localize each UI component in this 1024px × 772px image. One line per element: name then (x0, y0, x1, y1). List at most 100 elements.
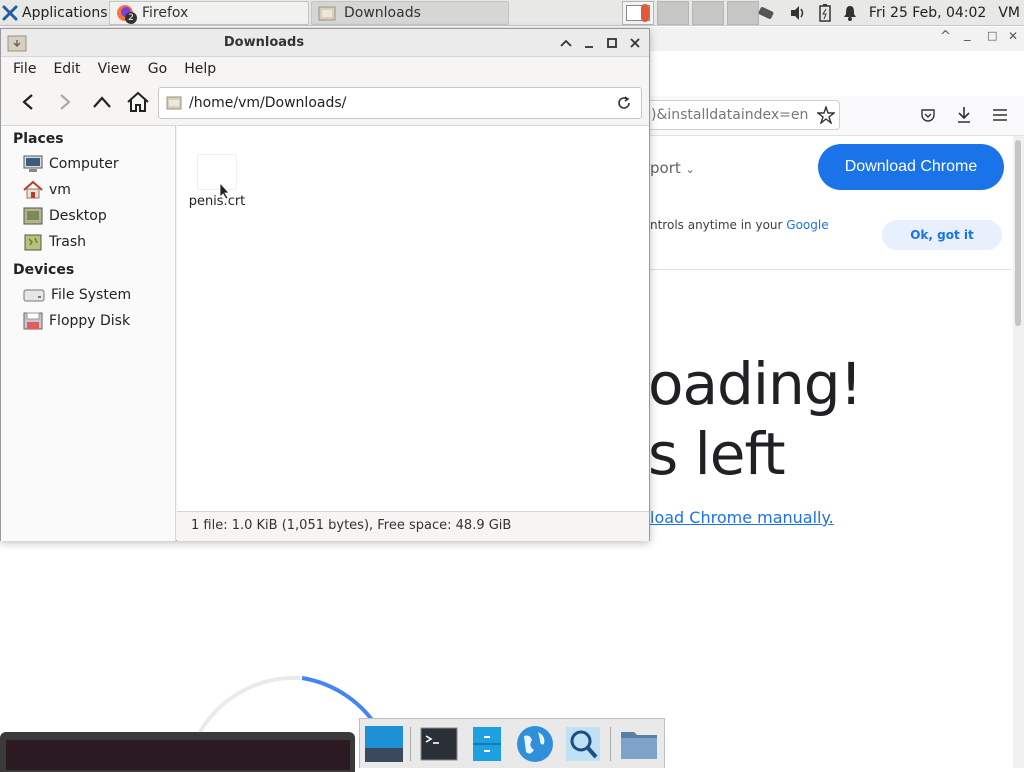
sidebar-item-computer[interactable]: Computer (23, 153, 119, 175)
cookie-text: ntrols anytime in your Google (650, 218, 829, 232)
firefox-maximize-button[interactable]: □ (987, 29, 997, 42)
dock-folder[interactable] (618, 724, 660, 764)
certificate-file-icon (197, 154, 237, 190)
forward-button[interactable] (52, 89, 78, 115)
folder-icon (318, 6, 336, 21)
sidebar-item-floppy-disk[interactable]: Floppy Disk (23, 310, 130, 332)
location-bar[interactable]: /home/vm/Downloads/ (158, 87, 642, 119)
firefox-close-button[interactable]: ✕ (1008, 29, 1018, 43)
taskbar-item-downloads[interactable]: Downloads (311, 1, 509, 25)
pocket-icon[interactable] (920, 107, 936, 123)
sidebar-item-label: vm (49, 182, 71, 198)
bookmark-star-icon[interactable] (817, 106, 835, 124)
trash-icon (24, 234, 42, 251)
taskbar-item-label: Downloads (344, 5, 421, 21)
reload-icon[interactable] (617, 96, 631, 110)
firefox-minimize-button[interactable]: _ (964, 27, 971, 42)
clock[interactable]: Fri 25 Feb, 04:02 (869, 5, 986, 21)
download-manually-link[interactable]: load Chrome manually. (650, 508, 834, 527)
nav-support-label: port (650, 159, 681, 177)
dock-terminal[interactable] (418, 724, 460, 764)
volume-icon[interactable] (789, 5, 807, 21)
close-button[interactable] (627, 35, 643, 51)
minimize-button[interactable] (581, 35, 597, 51)
sidebar-item-vm[interactable]: vm (23, 179, 71, 201)
location-path: /home/vm/Downloads/ (189, 95, 347, 111)
sidebar-item-label: File System (51, 287, 132, 303)
back-button[interactable] (15, 89, 41, 115)
applications-menu[interactable]: Applications ⋮ (2, 2, 123, 24)
menu-edit[interactable]: Edit (53, 61, 80, 77)
places-header: Places (13, 131, 64, 147)
system-tray: Fri 25 Feb, 04:02 VM (757, 0, 1024, 26)
home-folder-icon (23, 181, 43, 199)
menu-help[interactable]: Help (184, 61, 216, 77)
minimize-icon (585, 46, 593, 48)
taskbar-item-label: Firefox (142, 5, 189, 21)
folder-icon (621, 732, 657, 759)
page-scrollbar-thumb[interactable] (1015, 140, 1021, 326)
top-panel: Applications ⋮ 2 Firefox Downloads Fri 2… (0, 0, 1024, 26)
file-view[interactable]: penis.crt (177, 125, 649, 511)
download-chrome-button[interactable]: Download Chrome (818, 144, 1004, 190)
menu-bar: File Edit View Go Help (1, 57, 649, 81)
dock-separator (410, 727, 411, 761)
menu-file[interactable]: File (13, 61, 36, 77)
dock-search[interactable] (562, 724, 604, 764)
parent-folder-button[interactable] (89, 89, 115, 115)
home-icon (127, 91, 149, 112)
sidebar-item-desktop[interactable]: Desktop (23, 205, 107, 227)
workspace-4[interactable] (727, 1, 759, 25)
nav-support-link[interactable]: port ⌄ (650, 159, 695, 177)
arrow-left-icon (22, 94, 33, 110)
workspace-3[interactable] (692, 1, 724, 25)
menu-view[interactable]: View (98, 61, 131, 77)
workspace-2[interactable] (657, 1, 689, 25)
terminal-icon (420, 727, 458, 761)
cookie-text-body: ntrols anytime in your (650, 218, 783, 232)
sidebar-item-label: Desktop (49, 208, 107, 224)
dock (359, 718, 665, 768)
file-item[interactable]: penis.crt (183, 154, 251, 209)
collapse-button[interactable] (558, 35, 574, 51)
xfce-logo-icon (2, 5, 18, 21)
mouse-pointer-icon (219, 182, 230, 200)
network-icon[interactable] (757, 4, 777, 22)
folder-icon (166, 96, 182, 110)
dock-file-manager[interactable] (466, 724, 508, 764)
firefox-minimize-icon[interactable]: ^ (940, 29, 951, 44)
dock-web-browser[interactable] (514, 724, 556, 764)
menu-go[interactable]: Go (148, 61, 167, 77)
show-desktop-icon (365, 726, 403, 762)
side-pane: Places Computer vm Desktop Trash Devices… (1, 125, 176, 541)
computer-icon (23, 155, 43, 172)
dock-show-desktop[interactable] (363, 724, 405, 764)
user-menu[interactable]: VM (998, 5, 1020, 21)
cookie-google-link[interactable]: Google (786, 218, 828, 232)
url-text: )&installdataindex=en (651, 107, 809, 123)
arrow-up-icon (93, 96, 111, 108)
taskbar-item-firefox[interactable]: 2 Firefox (109, 1, 309, 25)
window-titlebar[interactable]: Downloads (1, 29, 649, 57)
sidebar-item-file-system[interactable]: File System (23, 284, 131, 306)
battery-icon[interactable] (819, 4, 831, 22)
workspace-1[interactable] (622, 1, 654, 25)
maximize-button[interactable] (604, 35, 620, 51)
maximize-icon (607, 38, 617, 48)
file-manager-window: Downloads File Edit View Go Help /home/v… (0, 28, 650, 541)
hard-drive-icon (23, 289, 45, 302)
chevron-up-icon (560, 39, 572, 47)
ok-got-it-button[interactable]: Ok, got it (882, 220, 1002, 250)
floppy-disk-icon (23, 312, 43, 330)
file-cabinet-icon (473, 727, 501, 761)
notification-bell-icon[interactable] (843, 5, 857, 21)
hamburger-menu-icon[interactable] (992, 108, 1008, 122)
page-heading-line-1: oading! (648, 350, 863, 418)
home-button[interactable] (125, 89, 151, 115)
applications-label: Applications (22, 5, 108, 21)
sidebar-item-trash[interactable]: Trash (23, 231, 86, 253)
sidebar-item-label: Computer (49, 156, 119, 172)
downloads-icon[interactable] (956, 106, 972, 124)
window-title: Downloads (223, 35, 305, 50)
dock-separator (610, 727, 611, 761)
